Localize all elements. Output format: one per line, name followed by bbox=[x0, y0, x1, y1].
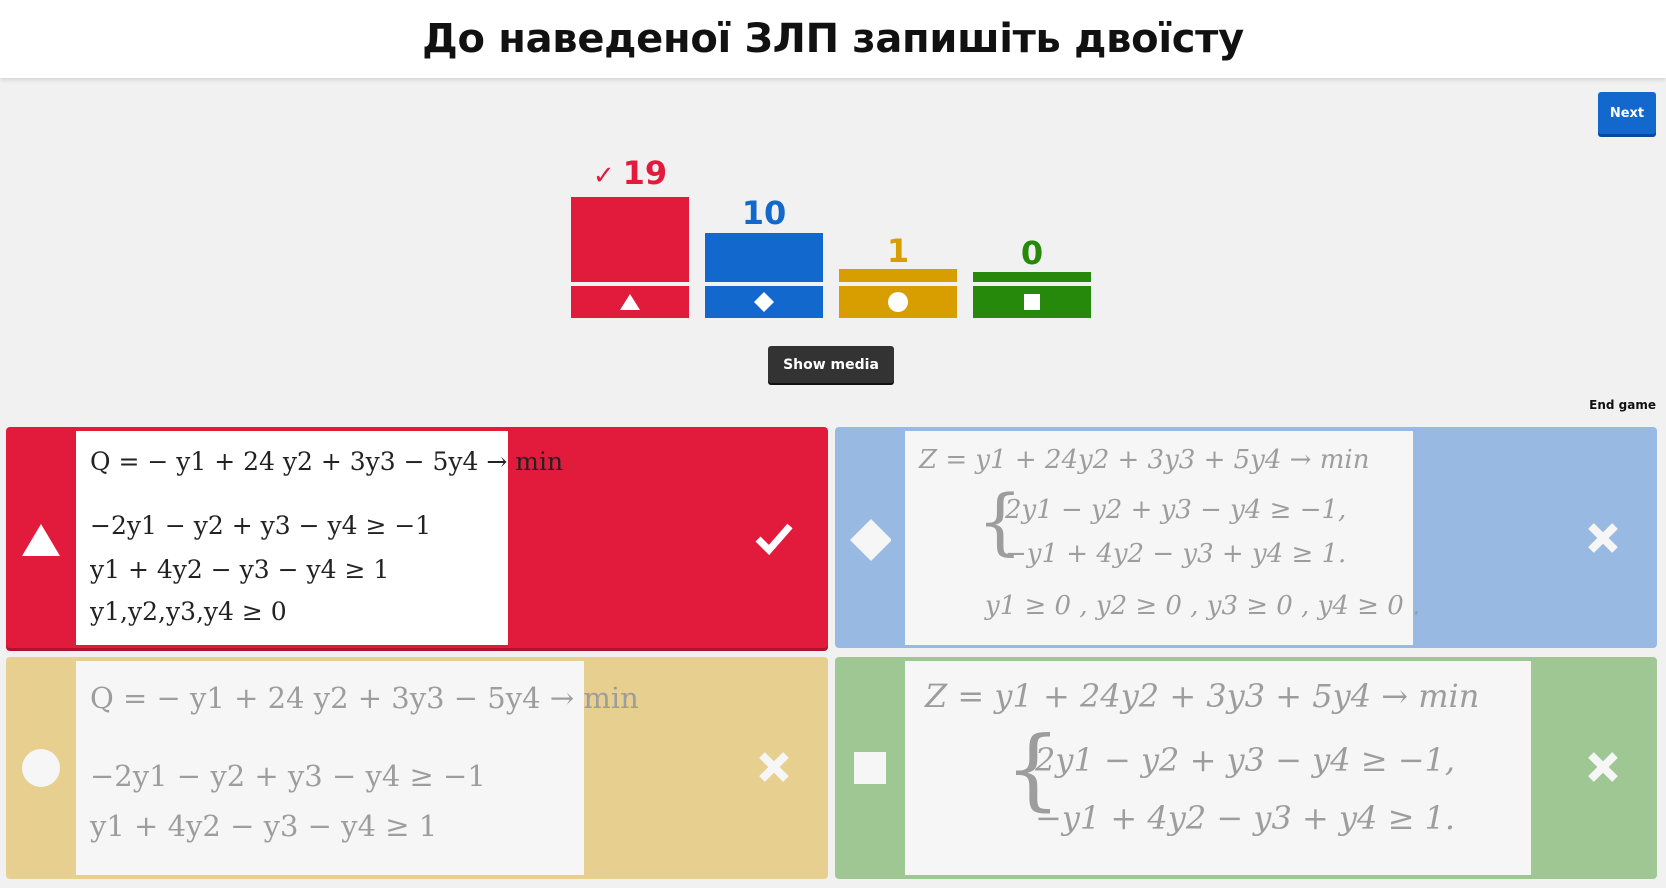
check-icon bbox=[750, 514, 798, 562]
formula-line: y1 + 4y2 − y3 − y4 ≥ 1 bbox=[90, 809, 438, 843]
close-icon bbox=[1579, 743, 1627, 791]
triangle-icon bbox=[20, 519, 62, 561]
answer-card-circle: Q = − y1 + 24 y2 + 3y3 − 5y4 → min −2y1 … bbox=[6, 657, 828, 879]
formula-line: y1 ≥ 0 , y2 ≥ 0 , y3 ≥ 0 , y4 ≥ 0 . bbox=[985, 591, 1421, 621]
formula-line: −y1 + 4y2 − y3 + y4 ≥ 1. bbox=[1035, 799, 1456, 837]
formula-line: −2y1 − y2 + y3 − y4 ≥ −1 bbox=[90, 511, 432, 540]
formula-line: Q = − y1 + 24 y2 + 3y3 − 5y4 → min bbox=[90, 681, 639, 715]
result-bar-fill bbox=[973, 272, 1091, 282]
formula-line: −y1 + 4y2 − y3 + y4 ≥ 1. bbox=[1005, 539, 1347, 569]
show-media-button[interactable]: Show media bbox=[768, 346, 894, 383]
result-count-triangle: ✓ 19 bbox=[592, 154, 668, 192]
formula-line: y1,y2,y3,y4 ≥ 0 bbox=[90, 597, 287, 626]
formula-line: Q = − y1 + 24 y2 + 3y3 − 5y4 → min bbox=[90, 447, 564, 476]
close-icon bbox=[750, 743, 798, 791]
formula-line: 2y1 − y2 + y3 − y4 ≥ −1, bbox=[1005, 495, 1347, 525]
result-bar-fill bbox=[839, 269, 957, 282]
end-game-link[interactable]: End game bbox=[1589, 398, 1656, 412]
answer-card-diamond: Z = y1 + 24y2 + 3y3 + 5y4 → min { 2y1 − … bbox=[835, 427, 1657, 648]
diamond-icon bbox=[849, 519, 891, 561]
formula-line: y1 + 4y2 − y3 − y4 ≥ 1 bbox=[90, 555, 390, 584]
result-bar-base bbox=[973, 286, 1091, 318]
result-bar-fill bbox=[705, 233, 823, 282]
square-icon bbox=[849, 747, 891, 789]
circle-icon bbox=[888, 292, 908, 312]
next-button[interactable]: Next bbox=[1598, 92, 1656, 134]
result-bar-base bbox=[705, 286, 823, 318]
answer-image: Z = y1 + 24y2 + 3y3 + 5y4 → min { 2y1 − … bbox=[905, 661, 1531, 875]
result-bar-triangle: ✓ 19 bbox=[571, 150, 689, 318]
result-bar-diamond: 10 bbox=[705, 150, 823, 318]
result-bar-circle: 1 bbox=[839, 150, 957, 318]
correct-check-icon: ✓ bbox=[592, 161, 615, 191]
answer-image: Q = − y1 + 24 y2 + 3y3 − 5y4 → min −2y1 … bbox=[76, 431, 563, 645]
formula-line: 2y1 − y2 + y3 − y4 ≥ −1, bbox=[1035, 741, 1456, 779]
result-bar-base bbox=[571, 286, 689, 318]
result-count-circle: 1 bbox=[886, 232, 910, 270]
close-icon bbox=[1579, 514, 1627, 562]
formula-line: Z = y1 + 24y2 + 3y3 + 5y4 → min bbox=[925, 677, 1480, 715]
diamond-icon bbox=[754, 292, 774, 312]
circle-icon bbox=[20, 747, 62, 789]
square-icon bbox=[1024, 294, 1040, 310]
formula-line: Z = y1 + 24y2 + 3y3 + 5y4 → min bbox=[919, 445, 1370, 475]
answer-card-square: Z = y1 + 24y2 + 3y3 + 5y4 → min { 2y1 − … bbox=[835, 657, 1657, 879]
result-bar-square: 0 bbox=[973, 150, 1091, 318]
answer-image: Z = y1 + 24y2 + 3y3 + 5y4 → min { 2y1 − … bbox=[905, 431, 1420, 645]
formula-line: −2y1 − y2 + y3 − y4 ≥ −1 bbox=[90, 759, 486, 793]
question-title: До наведеної ЗЛП запишіть двоїсту bbox=[422, 16, 1244, 62]
result-count-square: 0 bbox=[1020, 234, 1044, 272]
result-count-diamond: 10 bbox=[741, 194, 787, 232]
result-bar-fill bbox=[571, 197, 689, 282]
answer-image: Q = − y1 + 24 y2 + 3y3 − 5y4 → min −2y1 … bbox=[76, 661, 639, 875]
result-bar-base bbox=[839, 286, 957, 318]
triangle-icon bbox=[620, 294, 640, 310]
question-header: До наведеної ЗЛП запишіть двоїсту bbox=[0, 0, 1666, 78]
answer-card-triangle: Q = − y1 + 24 y2 + 3y3 − 5y4 → min −2y1 … bbox=[6, 427, 828, 648]
